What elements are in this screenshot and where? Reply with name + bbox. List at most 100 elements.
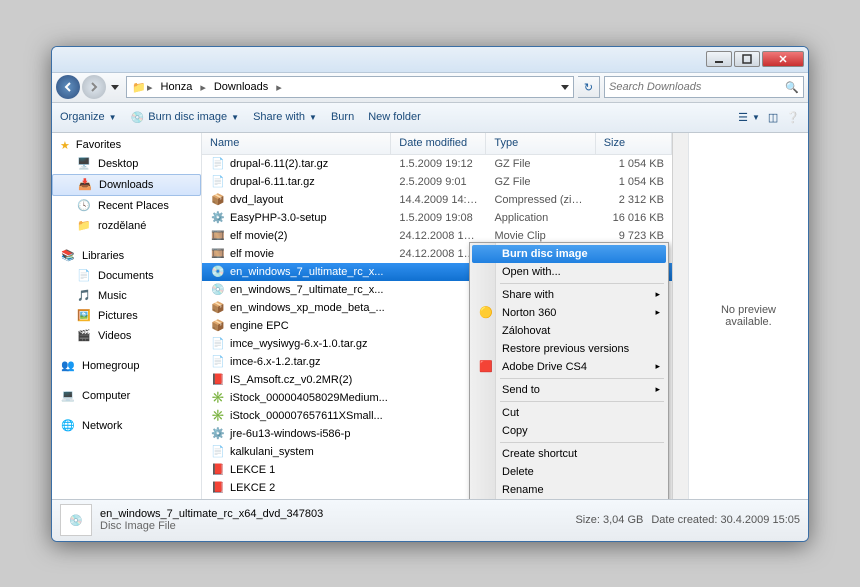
search-icon: 🔍	[785, 81, 799, 94]
new-folder-button[interactable]: New folder	[368, 111, 421, 123]
network-icon: 🌐	[60, 418, 76, 434]
adobe-icon: 🟥	[478, 359, 494, 375]
sidebar-item-pictures[interactable]: 🖼️Pictures	[52, 306, 201, 326]
homegroup-icon: 👥	[60, 358, 76, 374]
menu-adobe[interactable]: 🟥Adobe Drive CS4▸	[472, 358, 666, 376]
table-row[interactable]: 📄drupal-6.11.tar.gz2.5.2009 9:01GZ File1…	[202, 173, 672, 191]
file-icon: 💿	[210, 264, 226, 280]
chevron-right-icon: ▸	[200, 81, 206, 94]
file-icon: 📄	[210, 156, 226, 172]
sidebar: ★Favorites 🖥️Desktop 📥Downloads 🕓Recent …	[52, 133, 202, 499]
menu-norton[interactable]: 🟡Norton 360▸	[472, 304, 666, 322]
back-button[interactable]	[56, 75, 80, 99]
navbar: 📁 ▸ Honza ▸ Downloads ▸ ↻ 🔍	[52, 73, 808, 103]
sidebar-favorites[interactable]: ★Favorites	[52, 137, 201, 154]
file-icon: 🎞️	[210, 246, 226, 262]
menu-copy[interactable]: Copy	[472, 422, 666, 440]
context-menu: Burn disc image Open with... Share with▸…	[469, 242, 669, 499]
file-icon: 📕	[210, 480, 226, 496]
column-date[interactable]: Date modified	[391, 133, 486, 154]
column-size[interactable]: Size	[596, 133, 672, 154]
toolbar: Organize ▼ 💿Burn disc image ▼ Share with…	[52, 103, 808, 133]
close-button[interactable]	[762, 51, 804, 67]
sidebar-item-desktop[interactable]: 🖥️Desktop	[52, 154, 201, 174]
history-dropdown[interactable]	[108, 77, 122, 97]
folder-icon: 📁	[131, 79, 147, 95]
sidebar-item-rozdelane[interactable]: 📁rozdělané	[52, 216, 201, 236]
column-name[interactable]: Name	[202, 133, 391, 154]
table-row[interactable]: ⚙️EasyPHP-3.0-setup1.5.2009 19:08Applica…	[202, 209, 672, 227]
burn-disc-image-button[interactable]: 💿Burn disc image ▼	[131, 111, 240, 124]
table-row[interactable]: 📄drupal-6.11(2).tar.gz1.5.2009 19:12GZ F…	[202, 155, 672, 173]
column-type[interactable]: Type	[486, 133, 595, 154]
minimize-button[interactable]	[706, 51, 732, 67]
sidebar-item-music[interactable]: 🎵Music	[52, 286, 201, 306]
videos-icon: 🎬	[76, 328, 92, 344]
address-dropdown[interactable]	[561, 85, 569, 90]
sidebar-item-recent[interactable]: 🕓Recent Places	[52, 196, 201, 216]
menu-share-with[interactable]: Share with▸	[472, 286, 666, 304]
menu-delete[interactable]: Delete	[472, 463, 666, 481]
file-icon: 📄	[210, 354, 226, 370]
addressbar[interactable]: 📁 ▸ Honza ▸ Downloads ▸	[126, 76, 574, 98]
breadcrumb-downloads[interactable]: Downloads	[210, 81, 272, 93]
file-icon: 📕	[210, 462, 226, 478]
menu-send-to[interactable]: Send to▸	[472, 381, 666, 399]
file-icon: 📦	[210, 192, 226, 208]
menu-create-shortcut[interactable]: Create shortcut	[472, 445, 666, 463]
sidebar-libraries[interactable]: 📚Libraries	[52, 246, 201, 266]
sidebar-item-downloads[interactable]: 📥Downloads	[52, 174, 201, 196]
maximize-button[interactable]	[734, 51, 760, 67]
music-icon: 🎵	[76, 288, 92, 304]
chevron-right-icon: ▸	[276, 81, 282, 94]
column-headers: Name Date modified Type Size	[202, 133, 672, 155]
view-button[interactable]: ☰ ▼	[738, 111, 760, 124]
desktop-icon: 🖥️	[76, 156, 92, 172]
share-with-button[interactable]: Share with ▼	[253, 111, 317, 123]
file-icon: 📄	[210, 444, 226, 460]
sidebar-network[interactable]: 🌐Network	[52, 416, 201, 436]
file-icon: 📕	[210, 498, 226, 499]
scrollbar[interactable]	[672, 133, 688, 499]
menu-zalohovat[interactable]: Zálohovat	[472, 322, 666, 340]
body: ★Favorites 🖥️Desktop 📥Downloads 🕓Recent …	[52, 133, 808, 499]
help-button[interactable]: ❔	[786, 111, 800, 124]
burn-button[interactable]: Burn	[331, 111, 354, 123]
sidebar-computer[interactable]: 💻Computer	[52, 386, 201, 406]
file-icon: 📕	[210, 372, 226, 388]
file-icon: ✳️	[210, 408, 226, 424]
menu-restore[interactable]: Restore previous versions	[472, 340, 666, 358]
menu-burn-disc-image[interactable]: Burn disc image	[472, 245, 666, 263]
norton-icon: 🟡	[478, 305, 494, 321]
folder-icon: 📁	[76, 218, 92, 234]
titlebar	[52, 47, 808, 73]
status-filetype: Disc Image File	[100, 520, 567, 532]
explorer-window: 📁 ▸ Honza ▸ Downloads ▸ ↻ 🔍 Organize ▼ 💿…	[51, 46, 809, 542]
search-input[interactable]	[609, 81, 785, 93]
sidebar-item-documents[interactable]: 📄Documents	[52, 266, 201, 286]
libraries-icon: 📚	[60, 248, 76, 264]
sidebar-homegroup[interactable]: 👥Homegroup	[52, 356, 201, 376]
statusbar: 💿 en_windows_7_ultimate_rc_x64_dvd_34780…	[52, 499, 808, 541]
file-icon: ⚙️	[210, 210, 226, 226]
table-row[interactable]: 📦dvd_layout14.4.2009 14:30Compressed (zi…	[202, 191, 672, 209]
disc-icon: 💿	[131, 111, 145, 124]
menu-cut[interactable]: Cut	[472, 404, 666, 422]
search-box[interactable]: 🔍	[604, 76, 804, 98]
menu-open-with[interactable]: Open with...	[472, 263, 666, 281]
file-icon: 🎞️	[210, 228, 226, 244]
pictures-icon: 🖼️	[76, 308, 92, 324]
main: Name Date modified Type Size 📄drupal-6.1…	[202, 133, 808, 499]
sidebar-item-videos[interactable]: 🎬Videos	[52, 326, 201, 346]
preview-pane-button[interactable]: ◫	[768, 111, 778, 124]
chevron-right-icon: ▸	[147, 81, 153, 94]
breadcrumb-honza[interactable]: Honza	[157, 81, 197, 93]
file-icon: ✳️	[210, 390, 226, 406]
menu-rename[interactable]: Rename	[472, 481, 666, 499]
status-disc-icon: 💿	[60, 504, 92, 536]
refresh-button[interactable]: ↻	[578, 76, 600, 98]
status-size: Size: 3,04 GB	[575, 514, 643, 526]
organize-button[interactable]: Organize ▼	[60, 111, 117, 123]
forward-button[interactable]	[82, 75, 106, 99]
file-icon: ⚙️	[210, 426, 226, 442]
